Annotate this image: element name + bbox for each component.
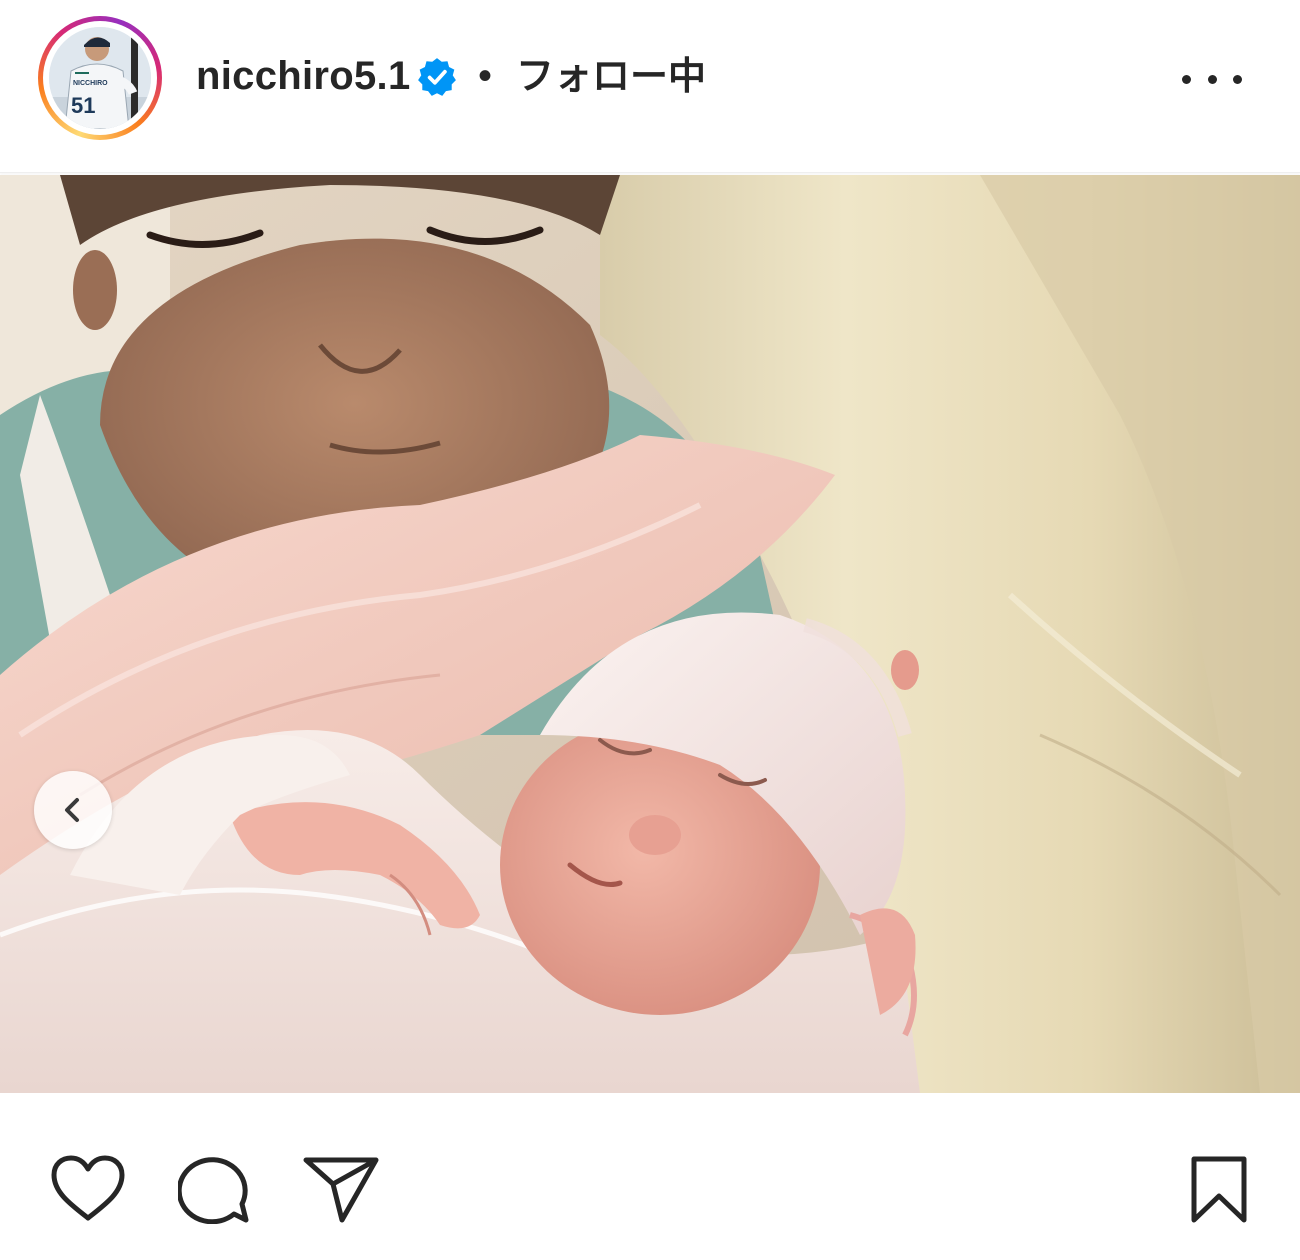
more-dot [1182, 74, 1191, 84]
avatar-jersey-name: NICCHIRO [73, 80, 108, 87]
more-dot [1233, 74, 1242, 84]
story-ring-gap: NICCHIRO 51 [43, 21, 157, 135]
story-ring[interactable]: NICCHIRO 51 [38, 16, 162, 140]
more-options-icon[interactable] [1182, 62, 1242, 96]
post-header: NICCHIRO 51 nicchiro5.1 • フォロー中 [0, 0, 1300, 173]
avatar-image: NICCHIRO 51 [49, 27, 151, 129]
chevron-left-icon [65, 798, 79, 822]
heart-icon[interactable] [50, 1154, 126, 1222]
action-bar [0, 1094, 1300, 1260]
previous-slide-button[interactable] [34, 771, 112, 849]
post-photo [0, 175, 1300, 1093]
avatar-jersey-number: 51 [71, 93, 95, 118]
separator-dot: • [478, 54, 493, 98]
post-image[interactable] [0, 175, 1300, 1093]
comment-icon[interactable] [178, 1152, 254, 1224]
following-button[interactable]: フォロー中 [516, 52, 706, 100]
share-icon[interactable] [302, 1154, 380, 1224]
bookmark-icon[interactable] [1188, 1154, 1250, 1224]
more-dot [1207, 74, 1217, 84]
avatar[interactable]: NICCHIRO 51 [49, 27, 151, 129]
username[interactable]: nicchiro5.1 [196, 52, 411, 100]
verified-badge-icon [416, 56, 458, 98]
